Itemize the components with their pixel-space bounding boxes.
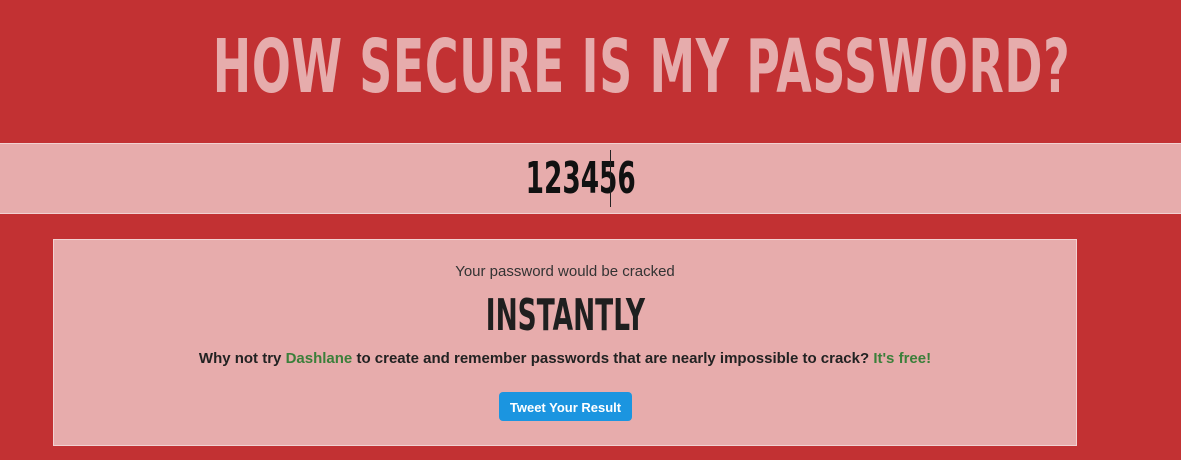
tweet-result-button[interactable]: Tweet Your Result bbox=[499, 392, 632, 421]
dashlane-link[interactable]: Dashlane bbox=[286, 350, 353, 367]
password-input[interactable] bbox=[226, 144, 935, 213]
promo-text: Why not try Dashlane to create and remem… bbox=[54, 350, 1076, 367]
result-panel: Your password would be cracked INSTANTLY… bbox=[53, 239, 1077, 446]
text-caret bbox=[610, 150, 611, 207]
cracked-label: Your password would be cracked bbox=[455, 263, 675, 280]
promo-prefix: Why not try bbox=[198, 350, 282, 367]
free-link[interactable]: It's free! bbox=[873, 350, 931, 367]
crack-time: INSTANTLY bbox=[485, 290, 646, 341]
password-bar bbox=[0, 143, 1181, 214]
page-title: HOW SECURE IS MY PASSWORD? bbox=[212, 24, 1071, 110]
promo-middle: to create and remember passwords that ar… bbox=[356, 350, 870, 367]
